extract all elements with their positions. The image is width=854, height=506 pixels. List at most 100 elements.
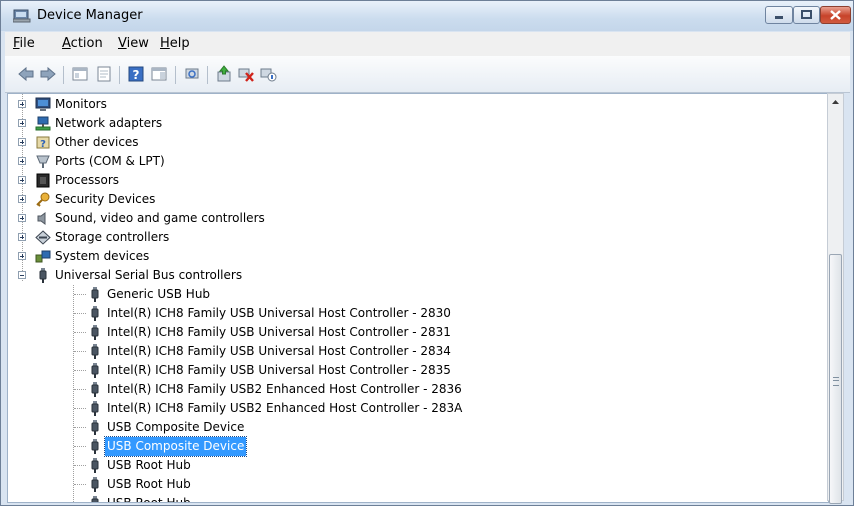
toolbar-separator-4 — [207, 66, 208, 84]
menu-help-accel: H — [160, 36, 170, 51]
expand-storage-toggle[interactable] — [18, 233, 26, 241]
category-label: Storage controllers — [55, 230, 170, 244]
menu-bar: File Action View Help — [5, 32, 850, 57]
category-label: Security Devices — [55, 192, 156, 206]
tree-line — [74, 465, 86, 466]
expand-other-devices-toggle[interactable] — [18, 138, 26, 146]
category-label: Monitors — [55, 97, 107, 111]
device-label: USB Composite Device — [107, 420, 245, 434]
monitor-icon — [35, 97, 51, 111]
menu-file-label: ile — [19, 36, 35, 51]
expand-security-toggle[interactable] — [18, 195, 26, 203]
menu-view-accel: V — [118, 36, 127, 51]
scrollbar-grip-icon — [833, 377, 839, 386]
expand-network-toggle[interactable] — [18, 119, 26, 127]
usb-plug-icon — [91, 382, 99, 397]
action-pane-icon[interactable] — [150, 65, 168, 83]
device-label-selected: USB Composite Device — [103, 436, 248, 457]
tree-line — [74, 484, 86, 485]
usb-plug-icon — [91, 496, 99, 502]
maximize-icon — [801, 10, 812, 19]
usb-plug-icon — [91, 287, 99, 302]
device-label: USB Root Hub — [107, 458, 191, 472]
usb-plug-icon — [91, 306, 99, 321]
device-label: Intel(R) ICH8 Family USB2 Enhanced Host … — [107, 382, 462, 396]
back-arrow-icon[interactable] — [17, 65, 35, 83]
help-icon[interactable]: ? — [127, 65, 145, 83]
menu-help-label: elp — [169, 36, 190, 51]
menu-file[interactable]: File — [13, 36, 35, 51]
device-label: Intel(R) ICH8 Family USB2 Enhanced Host … — [107, 401, 463, 415]
scroll-up-arrow-icon[interactable] — [828, 94, 843, 111]
toolbar-separator-2 — [119, 66, 120, 84]
uninstall-device-icon[interactable] — [237, 65, 255, 83]
menu-view[interactable]: View — [118, 36, 149, 51]
tree-line — [74, 351, 86, 352]
tree-line — [74, 389, 86, 390]
title-bar[interactable]: Device Manager — [1, 1, 853, 31]
usb-plug-icon — [91, 477, 99, 492]
collapse-usb-toggle[interactable] — [18, 271, 26, 279]
svg-text:?: ? — [40, 139, 46, 150]
usb-plug-icon — [91, 420, 99, 435]
usb-plug-icon — [91, 344, 99, 359]
speaker-icon — [37, 212, 46, 225]
toolbar-separator — [63, 66, 64, 84]
processor-icon — [36, 173, 50, 188]
minimize-icon — [775, 16, 783, 19]
properties-sheet-icon[interactable] — [95, 65, 113, 83]
device-label: Generic USB Hub — [107, 287, 211, 301]
disable-device-icon[interactable] — [259, 65, 277, 83]
tree-line — [74, 446, 86, 447]
port-icon — [36, 155, 50, 168]
toolbar-separator-3 — [175, 66, 176, 84]
expand-monitors-toggle[interactable] — [18, 100, 26, 108]
menu-help[interactable]: Help — [160, 36, 190, 51]
device-label: Intel(R) ICH8 Family USB Universal Host … — [107, 363, 451, 377]
scrollbar-thumb[interactable] — [829, 254, 842, 504]
device-manager-window: Device Manager File Action View Help ? M… — [0, 0, 854, 506]
tree-line — [74, 408, 86, 409]
close-button[interactable] — [820, 6, 851, 24]
category-label: Processors — [55, 173, 120, 187]
device-tree[interactable]: Monitors Network adapters ? Other device… — [7, 93, 829, 503]
usb-plug-icon — [91, 439, 99, 454]
tree-line — [73, 285, 74, 502]
tree-line — [74, 427, 86, 428]
usb-plug-icon — [91, 363, 99, 378]
scan-hardware-changes-icon[interactable] — [183, 65, 201, 83]
category-label: Ports (COM & LPT) — [55, 154, 165, 168]
menu-action-label: ction — [70, 36, 103, 51]
forward-arrow-icon[interactable] — [39, 65, 57, 83]
expand-system-toggle[interactable] — [18, 252, 26, 260]
usb-plug-icon — [39, 268, 47, 283]
category-label: System devices — [55, 249, 150, 263]
expand-sound-toggle[interactable] — [18, 214, 26, 222]
device-label: Intel(R) ICH8 Family USB Universal Host … — [107, 306, 451, 320]
toolbar: ? — [5, 56, 850, 93]
unknown-device-icon: ? — [36, 136, 50, 150]
menu-view-label: iew — [126, 36, 149, 51]
network-icon — [35, 116, 51, 131]
menu-action-accel: A — [62, 36, 71, 51]
device-label: Intel(R) ICH8 Family USB Universal Host … — [107, 344, 451, 358]
menu-action[interactable]: Action — [62, 36, 103, 51]
close-icon — [830, 10, 841, 20]
category-label: Network adapters — [55, 116, 163, 130]
show-hide-console-tree-icon[interactable] — [71, 65, 89, 83]
tree-line — [74, 370, 86, 371]
update-driver-icon[interactable] — [215, 65, 233, 83]
vertical-scrollbar[interactable] — [827, 93, 844, 504]
usb-plug-icon — [91, 325, 99, 340]
tree-line — [74, 332, 86, 333]
device-label: USB Root Hub — [107, 496, 191, 503]
minimize-button[interactable] — [765, 6, 793, 24]
expand-ports-toggle[interactable] — [18, 157, 26, 165]
svg-text:?: ? — [133, 68, 140, 82]
expand-processors-toggle[interactable] — [18, 176, 26, 184]
system-icon — [35, 250, 51, 263]
usb-plug-icon — [91, 458, 99, 473]
device-manager-icon — [13, 9, 31, 23]
window-title: Device Manager — [37, 8, 143, 23]
maximize-button[interactable] — [793, 6, 820, 24]
